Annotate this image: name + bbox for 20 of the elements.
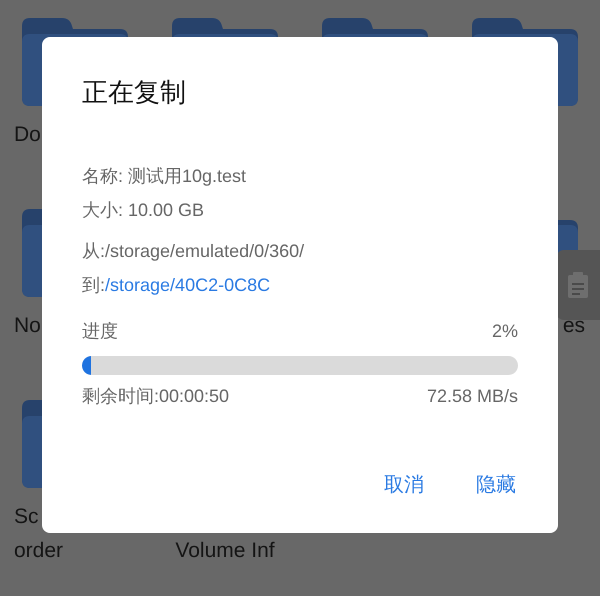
folder-label: Volume Inf	[175, 538, 275, 564]
folder-label: Do	[14, 122, 41, 148]
progress-percent: 2%	[492, 320, 518, 343]
folder-label: Sc	[14, 504, 39, 530]
remaining-time-text: 剩余时间:00:00:50	[82, 385, 230, 408]
folder-label: es	[562, 313, 585, 339]
progress-label: 进度	[82, 320, 118, 343]
clipboard-button[interactable]	[556, 250, 600, 320]
file-name-text: 名称: 测试用10g.test	[82, 165, 248, 188]
dialog-button[interactable]: 隐藏	[474, 467, 518, 502]
destination-path-link[interactable]: /storage/40C2-0C8C	[105, 275, 270, 295]
source-path-text: 从:/storage/emulated/0/360/	[82, 240, 306, 263]
dialog-title: 正在复制	[82, 77, 187, 110]
file-size-text: 大小: 10.00 GB	[82, 199, 206, 222]
transfer-speed-text: 72.58 MB/s	[426, 385, 518, 408]
destination-label: 到:	[82, 275, 106, 295]
folder-label: order	[14, 538, 64, 564]
dialog-button[interactable]: 取消	[382, 467, 426, 502]
clipboard-icon	[568, 272, 588, 298]
folder-label: No	[14, 313, 41, 339]
